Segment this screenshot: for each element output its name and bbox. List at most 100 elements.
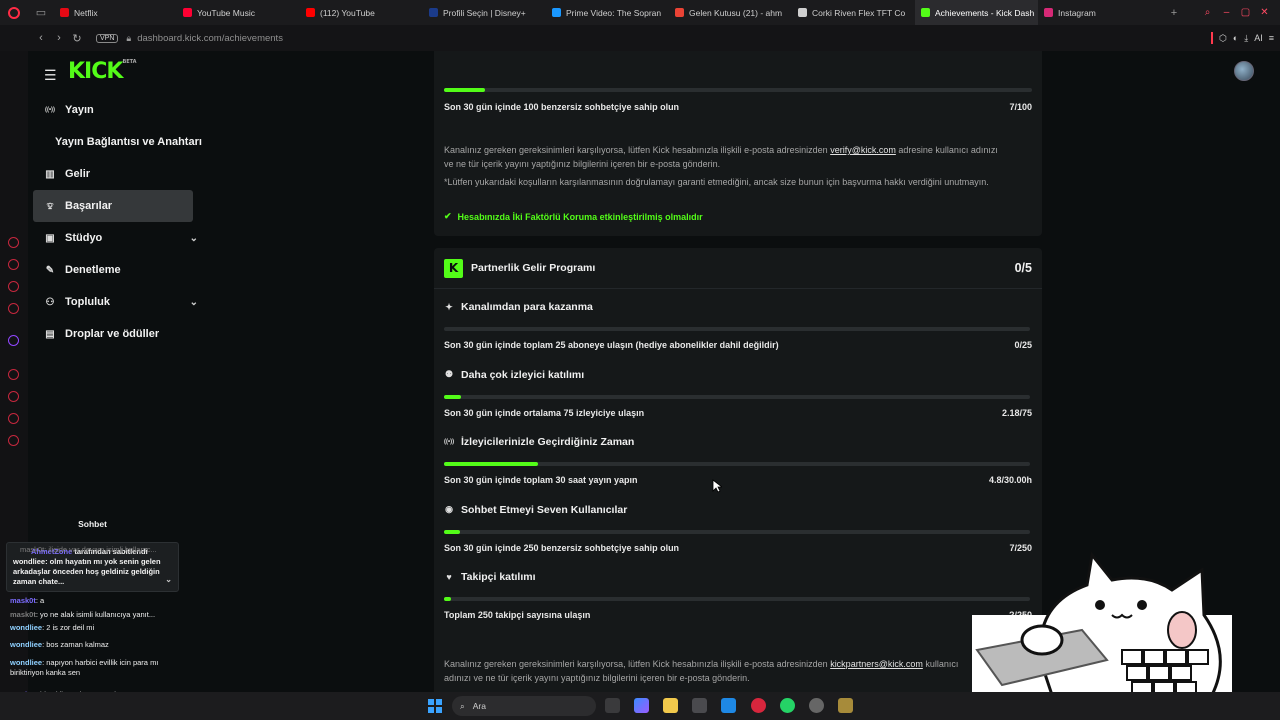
store-icon[interactable] — [692, 698, 707, 713]
chat-username[interactable]: wondliee — [10, 640, 42, 649]
chat-text: : a — [35, 596, 45, 605]
chat-username[interactable]: wondliee — [10, 623, 42, 632]
browser-tab[interactable]: Instagram — [1038, 0, 1161, 25]
kick-badge-icon: K — [444, 258, 463, 278]
rail-app-icon[interactable] — [8, 369, 19, 380]
twitch-icon[interactable] — [8, 335, 19, 346]
window-controls: ⌕ – ▢ ✕ — [1198, 7, 1280, 18]
browser-tab[interactable]: Gelen Kutusu (21) - ahm — [669, 0, 792, 25]
sidebar-item[interactable]: 🏆︎ Başarılar — [33, 190, 193, 222]
minimize-button[interactable]: – — [1217, 7, 1236, 18]
rail-app-icon[interactable] — [8, 413, 19, 424]
sidebar-item[interactable]: ⚇ Topluluk ⌄ — [28, 286, 208, 318]
vpn-badge[interactable]: VPN — [96, 33, 119, 43]
chat-message: wondliee: bos zaman kalmaz — [10, 640, 180, 650]
tab-label: Achievements - Kick Dash — [935, 7, 1035, 18]
chat-text: : bos zaman kalmaz — [42, 640, 109, 649]
search-tabs-icon[interactable]: ⌕ — [1198, 7, 1217, 18]
requirement-title: Daha çok izleyici katılımı — [461, 368, 585, 381]
requirement-text: Toplam 250 takipçi sayısına ulaşın — [444, 610, 591, 620]
tab-menu-icon[interactable]: ▭ — [28, 0, 54, 25]
new-tab-button[interactable]: + — [1161, 0, 1187, 25]
url-field[interactable]: dashboard.kick.com/achievements — [137, 33, 283, 44]
user-avatar[interactable] — [1234, 61, 1254, 81]
rail-app-icon[interactable] — [8, 237, 19, 248]
download-icon[interactable]: ⤓ — [1244, 33, 1248, 44]
forward-icon[interactable]: › — [50, 32, 68, 44]
progress-bar — [444, 597, 1030, 601]
settings-icon[interactable] — [8, 435, 19, 446]
copilot-icon[interactable] — [634, 698, 649, 713]
taskbar-search[interactable]: ⌕ Ara — [452, 696, 596, 716]
app-icon[interactable] — [721, 698, 736, 713]
sidebar-item[interactable]: Yayın Bağlantısı ve Anahtarı — [28, 126, 208, 158]
chat-username[interactable]: wondliee — [10, 658, 42, 667]
disclaimer-note: *Lütfen yukarıdaki koşulların karşılanma… — [444, 177, 989, 187]
kick-logo[interactable]: KICKBETA — [68, 59, 137, 84]
browser-tab[interactable]: YouTube Music — [177, 0, 300, 25]
requirement-row: Son 30 gün içinde 100 benzersiz sohbetçi… — [444, 102, 1032, 112]
browser-tab[interactable]: (112) YouTube — [300, 0, 423, 25]
chat-text: : yo ne alak isimli kullanıcıya yanıt... — [35, 610, 156, 619]
browser-tab[interactable]: Corki Riven Flex TFT Co — [792, 0, 915, 25]
requirement-item: ✦ Kanalımdan para kazanma Son 30 gün içind… — [444, 301, 1032, 361]
progress-fill — [444, 88, 486, 92]
chevron-down-icon[interactable]: ⌄ — [190, 233, 198, 244]
task-view-icon[interactable] — [605, 698, 620, 713]
twofa-text: Hesabınızda İki Faktörlü Koruma etkinleş… — [457, 211, 703, 222]
chat-username[interactable]: mask0t — [10, 610, 36, 619]
search-icon: ⌕ — [460, 700, 465, 711]
progress-fill — [444, 394, 461, 399]
broadcast-icon: ((•)) — [444, 439, 455, 445]
hamburger-menu-icon[interactable]: ☰ — [44, 67, 57, 84]
app-icon[interactable] — [838, 698, 853, 713]
back-icon[interactable]: ‹ — [32, 32, 50, 44]
drops-icon: ▤ — [45, 328, 55, 340]
windows-start-icon[interactable] — [428, 699, 442, 713]
extensions-icon[interactable]: ⬡ — [1219, 33, 1227, 44]
sidebar-item[interactable]: ▤ Droplar ve ödüller — [28, 318, 208, 350]
opera-logo-icon[interactable] — [0, 0, 28, 25]
verify-email-link[interactable]: verify@kick.com — [830, 145, 896, 155]
opera-gx-icon[interactable] — [751, 698, 766, 713]
rail-app-icon[interactable] — [8, 281, 19, 292]
requirement-title-row: ◉ Sohbet Etmeyi Seven Kullanıcılar — [444, 504, 1032, 516]
chat-username[interactable]: mask0t — [10, 596, 36, 605]
sidebar-item[interactable]: ▥ Gelir — [28, 158, 208, 190]
search-placeholder: Ara — [472, 701, 486, 711]
sidebar-item[interactable]: ((•)) Yayın — [28, 94, 208, 126]
close-button[interactable]: ✕ — [1255, 7, 1274, 18]
partner-email-link[interactable]: kickpartners@kick.com — [830, 659, 923, 669]
ai-button[interactable]: AI — [1254, 33, 1263, 43]
community-icon: ⚇ — [45, 296, 55, 308]
progress-fill — [444, 462, 538, 466]
chat-icon: ◉ — [445, 504, 453, 514]
sidebar-item[interactable]: ✎ Denetleme — [28, 254, 208, 286]
browser-tab[interactable]: Prime Video: The Sopran — [546, 0, 669, 25]
maximize-button[interactable]: ▢ — [1236, 7, 1255, 18]
profile-icon[interactable]: ◐ — [1233, 33, 1238, 43]
heart-icon: ♥ — [446, 572, 452, 582]
browser-tab[interactable]: Profili Seçin | Disney+ — [423, 0, 546, 25]
requirement-title: Takipçi katılımı — [461, 571, 536, 583]
chat-message: mask0t: yo ne alak isimli kullanıcıya ya… — [10, 610, 180, 620]
browser-tab[interactable]: Netflix — [54, 0, 177, 25]
menu-icon[interactable]: ≡ — [1269, 33, 1274, 43]
rail-app-icon[interactable] — [8, 303, 19, 314]
pinned-msg-user: wondliee: — [13, 557, 48, 566]
rail-app-icon[interactable] — [8, 391, 19, 402]
sidebar-item[interactable]: ▣ Stüdyo ⌄ — [28, 222, 208, 254]
whatsapp-icon[interactable] — [780, 698, 795, 713]
rail-app-icon[interactable] — [8, 259, 19, 270]
chevron-down-icon[interactable]: ⌄ — [190, 297, 198, 308]
chevron-down-icon[interactable]: ⌄ — [165, 575, 172, 585]
requirement-text: Son 30 gün içinde 100 benzersiz sohbetçi… — [444, 102, 680, 112]
file-explorer-icon[interactable] — [663, 698, 678, 713]
reload-icon[interactable]: ↻ — [68, 32, 86, 45]
app-icon[interactable] — [809, 698, 824, 713]
requirement-value: 0/25 — [1014, 340, 1032, 350]
logo-text: KICK — [68, 59, 123, 84]
lock-icon[interactable]: 🔒︎ — [126, 33, 131, 44]
browser-tab[interactable]: Achievements - Kick Dash — [915, 0, 1038, 25]
progress-bar — [444, 462, 1030, 466]
